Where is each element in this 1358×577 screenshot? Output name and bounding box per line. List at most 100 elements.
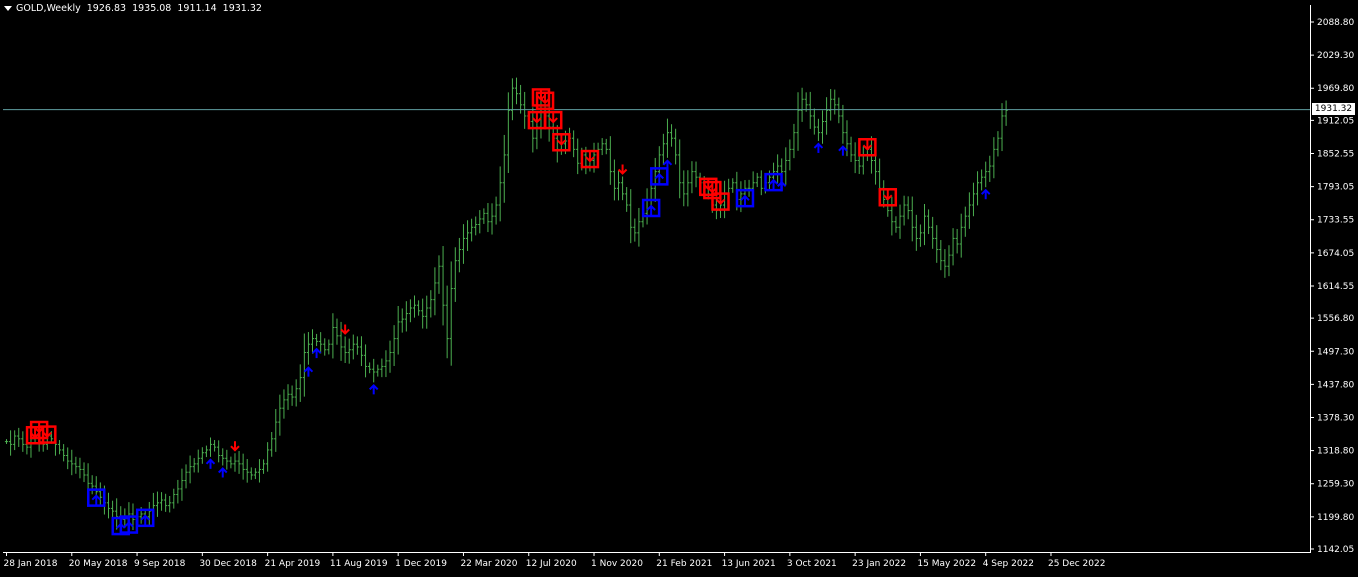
price-chart[interactable]: 2088.80 2029.30 1969.80 1912.05 1852.55 1793.… bbox=[0, 0, 1358, 573]
ohlc-bar bbox=[306, 332, 311, 365]
ohlc-bar bbox=[470, 218, 474, 242]
ohlc-bar bbox=[208, 437, 213, 457]
ohlc-bar bbox=[939, 240, 943, 271]
ohlc-bars bbox=[4, 77, 1008, 531]
ohlc-bar bbox=[257, 459, 262, 483]
ohlc-bar bbox=[274, 409, 278, 452]
ohlc-bar bbox=[343, 336, 347, 364]
open-value: 1926.83 bbox=[86, 3, 127, 14]
y-tick-label: 1912.05 bbox=[1317, 116, 1354, 126]
y-tick-label: 1259.30 bbox=[1317, 480, 1354, 490]
ohlc-bar bbox=[404, 301, 408, 332]
ohlc-bar bbox=[747, 179, 751, 197]
ohlc-bar bbox=[494, 196, 498, 225]
ohlc-bar bbox=[963, 206, 967, 237]
ohlc-bar bbox=[502, 134, 506, 203]
axes bbox=[3, 5, 1311, 553]
chart-area[interactable]: 2088.80 2029.30 1969.80 1912.05 1852.55 1793.… bbox=[0, 0, 1358, 573]
ohlc-bar bbox=[115, 498, 119, 530]
ohlc-bar bbox=[441, 246, 445, 326]
x-tick-label: 4 Sep 2022 bbox=[983, 559, 1034, 569]
ohlc-bar bbox=[425, 295, 429, 329]
ohlc-bar bbox=[82, 462, 86, 483]
ohlc-bar bbox=[486, 203, 490, 233]
ohlc-bar bbox=[302, 333, 306, 397]
ohlc-bar bbox=[902, 195, 906, 226]
ohlc-bar bbox=[980, 169, 984, 191]
ohlc-bar bbox=[98, 482, 102, 507]
ohlc-bar bbox=[384, 350, 388, 378]
ohlc-bar bbox=[278, 394, 282, 436]
ohlc-bar bbox=[237, 451, 241, 474]
ohlc-bar bbox=[984, 161, 988, 188]
ohlc-bar bbox=[270, 432, 274, 457]
ohlc-bar bbox=[78, 457, 82, 479]
ohlc-bar bbox=[74, 456, 78, 474]
ohlc-bar bbox=[70, 449, 74, 476]
y-tick-label: 1437.80 bbox=[1317, 380, 1354, 390]
ohlc-bar bbox=[21, 431, 25, 452]
ohlc-bar bbox=[221, 448, 225, 466]
ohlc-bar bbox=[661, 133, 665, 165]
ohlc-bar bbox=[478, 210, 482, 234]
ohlc-bar bbox=[449, 261, 453, 366]
ohlc-bar bbox=[147, 501, 151, 526]
x-tick-label: 20 May 2018 bbox=[69, 559, 128, 569]
ohlc-bar bbox=[164, 493, 168, 512]
x-tick-label: 13 Jun 2021 bbox=[722, 559, 776, 569]
ohlc-bar bbox=[967, 192, 971, 229]
high-value: 1935.08 bbox=[132, 3, 172, 14]
sell-marker bbox=[340, 324, 350, 335]
ohlc-bar bbox=[514, 77, 519, 105]
ohlc-bar bbox=[943, 249, 947, 278]
ohlc-bar bbox=[327, 339, 331, 355]
x-axis-ticks: 28 Jan 2018 20 May 2018 9 Sep 2018 30 Dec 2… bbox=[4, 552, 1106, 569]
ohlc-bar bbox=[678, 139, 682, 199]
ohlc-bar bbox=[482, 208, 486, 224]
ohlc-bar bbox=[241, 453, 245, 480]
ohlc-bar bbox=[604, 138, 608, 155]
low-value: 1911.14 bbox=[177, 3, 217, 14]
x-tick-label: 30 Dec 2018 bbox=[199, 559, 257, 569]
ohlc-bar bbox=[926, 209, 931, 235]
x-tick-label: 23 Jan 2022 bbox=[852, 559, 906, 569]
ohlc-bar bbox=[310, 329, 315, 354]
ohlc-bar bbox=[217, 440, 221, 463]
ohlc-bar bbox=[804, 92, 808, 112]
ohlc-bar bbox=[433, 267, 437, 316]
ohlc-bar bbox=[298, 364, 302, 402]
ohlc-bar bbox=[633, 218, 637, 242]
ohlc-bar bbox=[412, 295, 417, 318]
dropdown-triangle-icon[interactable] bbox=[4, 6, 12, 11]
x-tick-label: 25 Dec 2022 bbox=[1048, 559, 1106, 569]
ohlc-bar bbox=[996, 131, 1000, 157]
ohlc-bar bbox=[229, 456, 233, 469]
ohlc-bar bbox=[498, 166, 502, 222]
ohlc-bar bbox=[429, 290, 433, 318]
ohlc-bar bbox=[629, 189, 633, 244]
y-tick-label: 1733.55 bbox=[1317, 216, 1354, 226]
x-tick-label: 3 Oct 2021 bbox=[787, 559, 837, 569]
ohlc-bar bbox=[731, 178, 735, 193]
ohlc-bar bbox=[66, 447, 70, 470]
ohlc-bar bbox=[266, 442, 270, 472]
ohlc-bar bbox=[682, 170, 686, 207]
ohlc-bar bbox=[910, 196, 914, 242]
y-tick-label: 2029.30 bbox=[1317, 51, 1354, 61]
ohlc-bar bbox=[290, 385, 294, 406]
ohlc-bar bbox=[437, 255, 441, 294]
y-tick-label: 1674.05 bbox=[1317, 249, 1354, 259]
ohlc-bar bbox=[800, 87, 804, 122]
ohlc-bar bbox=[465, 220, 470, 252]
ohlc-bar bbox=[4, 439, 9, 445]
ohlc-bar bbox=[694, 161, 698, 188]
ohlc-bar bbox=[816, 118, 821, 141]
ohlc-bar bbox=[812, 108, 816, 135]
ohlc-bar bbox=[837, 97, 841, 124]
x-tick-label: 11 Aug 2019 bbox=[330, 559, 388, 569]
sell-marker bbox=[230, 441, 240, 452]
ohlc-bar bbox=[184, 464, 188, 489]
ohlc-bar bbox=[62, 444, 66, 462]
ohlc-bar bbox=[319, 332, 323, 354]
ohlc-bar bbox=[833, 89, 837, 115]
